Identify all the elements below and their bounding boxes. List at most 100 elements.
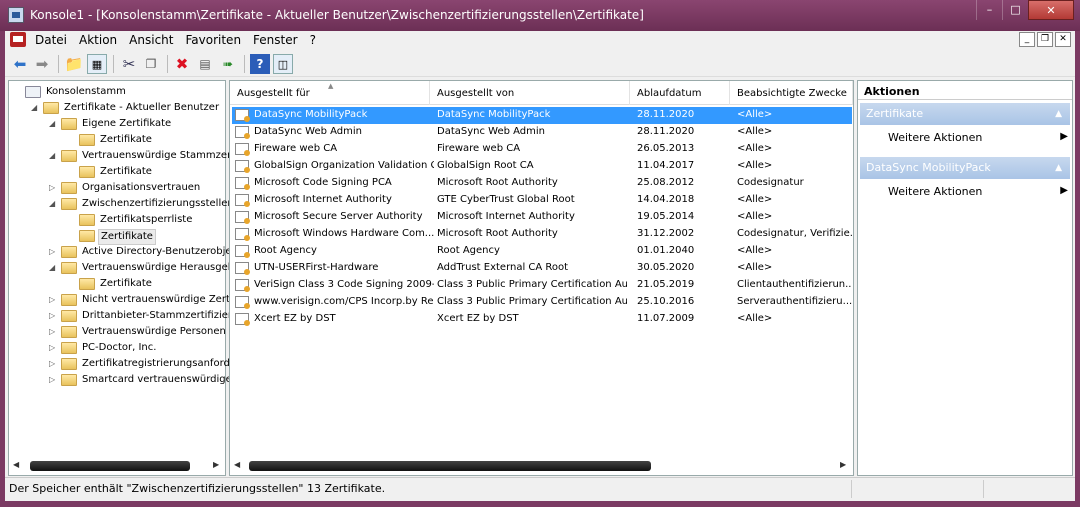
tree-item[interactable]: Zertifikate <box>9 133 225 148</box>
folder-icon <box>79 134 95 146</box>
menu-fenster[interactable]: Fenster <box>247 32 304 48</box>
certificate-list: ▲ Ausgestellt für Ausgestellt von Ablauf… <box>229 80 854 476</box>
scroll-left-icon[interactable]: ◀ <box>13 460 19 469</box>
tree-item[interactable]: ◢ Zertifikate - Aktueller Benutzer <box>9 101 225 116</box>
menu-favoriten[interactable]: Favoriten <box>179 32 247 48</box>
menu-datei[interactable]: Datei <box>29 32 73 48</box>
list-horizontal-scrollbar[interactable]: ◀ ▶ <box>231 458 852 475</box>
tree-item[interactable]: ▷ Nicht vertrauenswürdige Zertifik <box>9 293 245 308</box>
tree-item[interactable]: Zertifikate <box>9 229 225 245</box>
back-arrow-icon[interactable]: ⬅ <box>10 54 30 74</box>
table-row[interactable]: DataSync Web Admin DataSync Web Admin 28.1… <box>232 124 852 141</box>
tree-item[interactable]: ◢ Vertrauenswürdige Herausgeber <box>9 261 244 276</box>
collapse-icon[interactable]: ◢ <box>49 264 57 272</box>
expand-icon[interactable]: ▷ <box>49 344 57 352</box>
minimize-button[interactable]: – <box>976 0 1002 20</box>
tree-item[interactable]: ▷ Active Directory-Benutzerobjekt <box>9 245 241 260</box>
cut-icon[interactable]: ✂ <box>119 54 139 74</box>
table-row[interactable]: www.verisign.com/CPS Incorp.by Re... Clas… <box>232 294 852 311</box>
delete-icon[interactable]: ✖ <box>172 54 192 74</box>
tree-horizontal-scrollbar[interactable]: ◀ ▶ <box>10 458 224 475</box>
properties-icon[interactable]: ▤ <box>195 54 215 74</box>
column-header-purposes[interactable]: Beabsichtigte Zwecke <box>730 81 853 105</box>
table-row[interactable]: Root Agency Root Agency 01.01.2040 <Alle> <box>232 243 852 260</box>
table-row[interactable]: Microsoft Internet Authority GTE CyberTru… <box>232 192 852 209</box>
collapse-icon[interactable]: ◢ <box>49 120 57 128</box>
expand-icon[interactable]: ▷ <box>49 376 57 384</box>
table-row[interactable]: Microsoft Code Signing PCA Microsoft Root… <box>232 175 852 192</box>
tree-item[interactable]: ▷ Smartcard vertrauenswürdige St <box>9 373 245 388</box>
forward-arrow-icon[interactable]: ➡ <box>32 54 52 74</box>
menu-ansicht[interactable]: Ansicht <box>123 32 179 48</box>
child-close-button[interactable]: ✕ <box>1055 32 1071 47</box>
cell-purposes: <Alle> <box>737 194 773 205</box>
collapse-icon[interactable]: ◢ <box>31 104 39 112</box>
tree-scroll-thumb[interactable] <box>30 461 190 471</box>
expand-icon[interactable]: ▷ <box>49 312 57 320</box>
cell-expiration: 25.08.2012 <box>637 177 695 188</box>
help-icon[interactable]: ? <box>250 54 270 74</box>
menu-help[interactable]: ? <box>304 32 322 48</box>
expand-icon[interactable]: ▷ <box>49 328 57 336</box>
tree-item[interactable]: Zertifikate <box>9 277 225 292</box>
tree-item[interactable]: ▷ Vertrauenswürdige Personen <box>9 325 226 340</box>
console-root-icon <box>25 86 41 98</box>
copy-icon[interactable]: ❐ <box>141 54 161 74</box>
export-list-icon[interactable]: ➠ <box>218 54 238 74</box>
tree-item[interactable]: ▷ Drittanbieter-Stammzertifizierur <box>9 309 242 324</box>
column-header-issued-to[interactable]: Ausgestellt für <box>230 81 430 105</box>
more-actions-item[interactable]: Weitere Aktionen ▶ <box>888 185 1068 198</box>
show-hide-tree-icon[interactable]: ▦ <box>87 54 107 74</box>
actions-section-zertifikate[interactable]: Zertifikate ▲ <box>860 103 1070 125</box>
table-row[interactable]: GlobalSign Organization Validation CA Glo… <box>232 158 852 175</box>
collapse-icon[interactable]: ▲ <box>1055 103 1062 125</box>
title-bar[interactable]: Konsole1 - [Konsolenstamm\Zertifikate - … <box>0 0 1080 31</box>
actions-section-selected-cert[interactable]: DataSync MobilityPack ▲ <box>860 157 1070 179</box>
tree-item[interactable]: ◢ Zwischenzertifizierungsstellen <box>9 197 234 212</box>
action-pane-toggle-icon[interactable]: ◫ <box>273 54 293 74</box>
column-header-expiration[interactable]: Ablaufdatum <box>630 81 730 105</box>
tree-item[interactable]: ◢ Eigene Zertifikate <box>9 117 225 132</box>
scroll-left-icon[interactable]: ◀ <box>234 460 240 469</box>
tree-item-label: Zertifikate <box>100 134 152 145</box>
child-minimize-button[interactable]: _ <box>1019 32 1035 47</box>
tree-item[interactable]: Konsolenstamm <box>9 85 225 100</box>
maximize-button[interactable]: □ <box>1002 0 1028 20</box>
list-scroll-thumb[interactable] <box>249 461 651 471</box>
collapse-icon[interactable]: ◢ <box>49 152 57 160</box>
menu-aktion[interactable]: Aktion <box>73 32 123 48</box>
document-icon[interactable] <box>10 32 26 47</box>
tree-item[interactable]: ▷ Zertifikatregistrierungsanforder <box>9 357 240 372</box>
collapse-icon[interactable]: ▲ <box>1055 157 1062 179</box>
table-row[interactable]: VeriSign Class 3 Code Signing 2009-... Cl… <box>232 277 852 294</box>
certificate-icon <box>235 262 250 275</box>
table-row[interactable]: UTN-USERFirst-Hardware AddTrust External … <box>232 260 852 277</box>
cell-issued-by: Root Agency <box>437 245 500 256</box>
column-header-issued-by[interactable]: Ausgestellt von <box>430 81 630 105</box>
expand-icon[interactable]: ▷ <box>49 184 57 192</box>
table-row[interactable]: Microsoft Secure Server Authority Microso… <box>232 209 852 226</box>
scroll-right-icon[interactable]: ▶ <box>213 460 219 469</box>
table-row[interactable]: Microsoft Windows Hardware Com... Microso… <box>232 226 852 243</box>
expand-icon[interactable]: ▷ <box>49 248 57 256</box>
up-folder-icon[interactable]: 📁 <box>64 54 84 74</box>
table-row[interactable]: DataSync MobilityPack DataSync MobilityPa… <box>232 107 852 124</box>
child-restore-button[interactable]: ❐ <box>1037 32 1053 47</box>
cell-issued-by: GlobalSign Root CA <box>437 160 534 171</box>
more-actions-label: Weitere Aktionen <box>888 185 983 198</box>
collapse-icon[interactable]: ◢ <box>49 200 57 208</box>
expand-icon[interactable]: ▷ <box>49 360 57 368</box>
table-row[interactable]: Fireware web CA Fireware web CA 26.05.2013… <box>232 141 852 158</box>
tree-item[interactable]: ◢ Vertrauenswürdige Stammzertifi <box>9 149 244 164</box>
close-button[interactable]: ✕ <box>1028 0 1074 20</box>
expand-icon[interactable]: ▷ <box>49 296 57 304</box>
console-app-icon[interactable] <box>8 7 24 23</box>
table-row[interactable]: Xcert EZ by DST Xcert EZ by DST 11.07.2009… <box>232 311 852 328</box>
certificate-icon <box>235 143 250 156</box>
tree-item[interactable]: ▷ PC-Doctor, Inc. <box>9 341 225 356</box>
scroll-right-icon[interactable]: ▶ <box>840 460 846 469</box>
tree-item[interactable]: Zertifikate <box>9 165 225 180</box>
tree-item[interactable]: Zertifikatsperrliste <box>9 213 225 228</box>
more-actions-item[interactable]: Weitere Aktionen ▶ <box>888 131 1068 144</box>
tree-item[interactable]: ▷ Organisationsvertrauen <box>9 181 225 196</box>
